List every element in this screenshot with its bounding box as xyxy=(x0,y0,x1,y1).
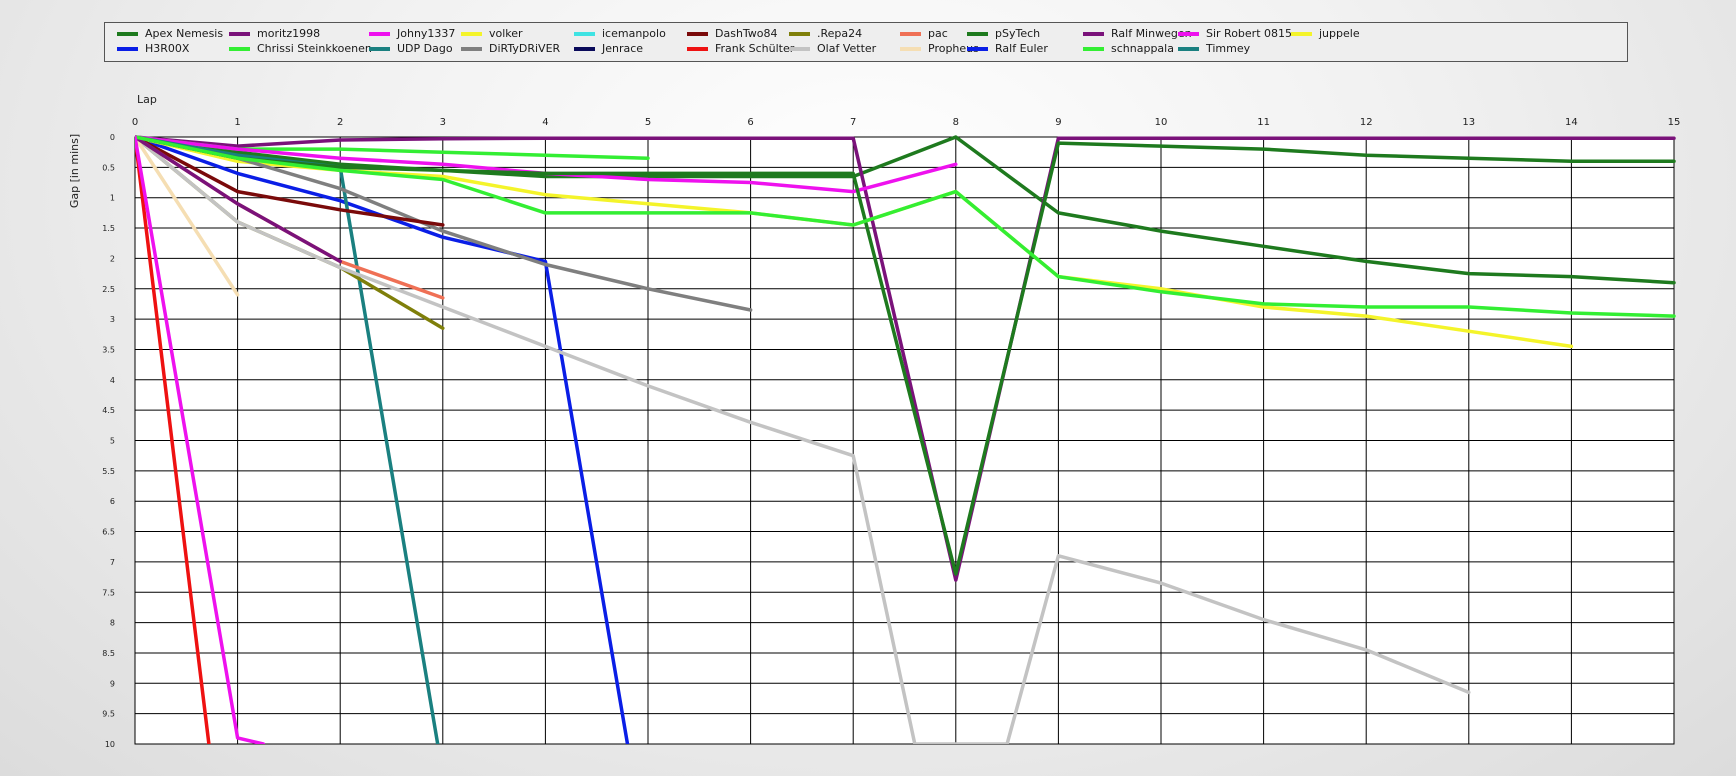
y-tick-label: 9 xyxy=(110,679,115,688)
y-tick-label: 3 xyxy=(110,315,115,324)
x-tick-label: 0 xyxy=(132,117,138,128)
x-tick-label: 7 xyxy=(850,117,856,128)
y-tick-label: 8.5 xyxy=(102,649,115,658)
y-axis-label: Gap [in mins] xyxy=(68,134,81,208)
y-tick-label: 4.5 xyxy=(102,406,115,415)
x-tick-label: 14 xyxy=(1565,117,1578,128)
y-tick-label: 6 xyxy=(110,497,115,506)
x-tick-label: 2 xyxy=(337,117,343,128)
y-tick-label: 9.5 xyxy=(102,710,115,719)
x-tick-label: 6 xyxy=(747,117,753,128)
x-tick-label: 10 xyxy=(1155,117,1168,128)
x-tick-label: 3 xyxy=(440,117,446,128)
x-tick-label: 12 xyxy=(1360,117,1373,128)
y-tick-label: 2 xyxy=(110,254,115,263)
chart-plot: 0 1 2 3 4 5 6 7 8 9 10 11 12 13 14 1500.511.522.533.544… xyxy=(68,93,1681,749)
x-tick-label: 15 xyxy=(1668,117,1681,128)
y-tick-label: 4 xyxy=(110,376,115,385)
x-tick-label: 13 xyxy=(1462,117,1475,128)
y-tick-label: 0 xyxy=(110,133,115,142)
x-tick-label: 5 xyxy=(645,117,651,128)
y-tick-label: 2.5 xyxy=(102,285,115,294)
x-tick-label: 4 xyxy=(542,117,548,128)
y-tick-label: 1 xyxy=(110,194,115,203)
grid-lines xyxy=(134,136,1675,745)
y-tick-label: 6.5 xyxy=(102,528,115,537)
x-axis-label: Lap xyxy=(137,93,157,106)
y-tick-label: 8 xyxy=(110,619,115,628)
x-tick-label: 11 xyxy=(1257,117,1270,128)
y-tick-label: 7 xyxy=(110,558,115,567)
y-tick-label: 1.5 xyxy=(102,224,115,233)
x-tick-label: 8 xyxy=(953,117,959,128)
y-tick-label: 5 xyxy=(110,437,115,446)
y-tick-label: 0.5 xyxy=(102,163,115,172)
x-tick-label: 9 xyxy=(1055,117,1061,128)
y-tick-label: 5.5 xyxy=(102,467,115,476)
y-tick-label: 7.5 xyxy=(102,588,115,597)
x-tick-label: 1 xyxy=(234,117,240,128)
y-tick-label: 3.5 xyxy=(102,345,115,354)
y-tick-label: 10 xyxy=(105,740,115,749)
